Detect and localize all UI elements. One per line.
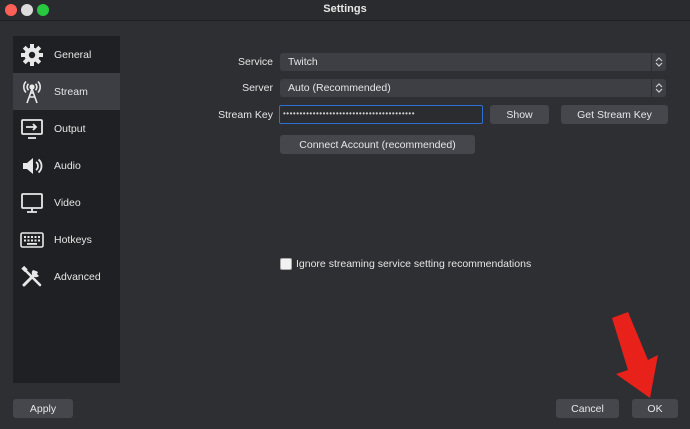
sidebar-item-output[interactable]: Output [13,110,120,147]
sidebar-item-audio[interactable]: Audio [13,147,120,184]
sidebar-item-hotkeys[interactable]: Hotkeys [13,221,120,258]
settings-sidebar: General Stream Output Audio Video Hotkey… [13,36,120,383]
ignore-recommendations-checkbox[interactable] [280,258,292,270]
sidebar-item-label: Advanced [54,270,101,283]
title-bar: Settings [0,0,690,21]
speaker-icon [18,152,46,180]
sidebar-item-advanced[interactable]: Advanced [13,258,120,295]
server-label: Server [242,82,273,94]
show-key-button[interactable]: Show [490,105,549,124]
window-title: Settings [323,3,367,15]
apply-button[interactable]: Apply [13,399,73,418]
ok-button[interactable]: OK [632,399,678,418]
sidebar-item-label: Stream [54,85,88,98]
annotation-arrow-icon [612,312,658,398]
ignore-recommendations-label: Ignore streaming service setting recomme… [296,258,532,270]
ignore-recommendations-row[interactable]: Ignore streaming service setting recomme… [280,258,531,270]
service-select[interactable]: Twitch [280,53,666,71]
sidebar-item-label: General [54,48,92,61]
monitor-icon [18,189,46,217]
sidebar-item-stream[interactable]: Stream [13,73,120,110]
sidebar-item-label: Hotkeys [54,233,92,246]
broadcast-icon [18,78,46,106]
updown-arrows-icon [651,53,666,71]
sidebar-item-general[interactable]: General [13,36,120,73]
server-select[interactable]: Auto (Recommended) [280,79,666,97]
sidebar-item-video[interactable]: Video [13,184,120,221]
output-icon [18,115,46,143]
server-value: Auto (Recommended) [288,82,391,94]
updown-arrows-icon [651,79,666,97]
stream-key-input[interactable]: •••••••••••••••••••••••••••••••••••••••• [279,105,483,124]
get-stream-key-button[interactable]: Get Stream Key [561,105,668,124]
cancel-button[interactable]: Cancel [556,399,619,418]
service-label: Service [237,56,273,68]
connect-account-button[interactable]: Connect Account (recommended) [280,135,475,154]
keyboard-icon [18,226,46,254]
sidebar-item-label: Output [54,122,86,135]
service-value: Twitch [288,56,318,68]
tools-icon [18,263,46,291]
gear-icon [18,41,46,69]
stream-key-label: Stream Key [218,109,273,121]
sidebar-item-label: Video [54,196,81,209]
sidebar-item-label: Audio [54,159,81,172]
